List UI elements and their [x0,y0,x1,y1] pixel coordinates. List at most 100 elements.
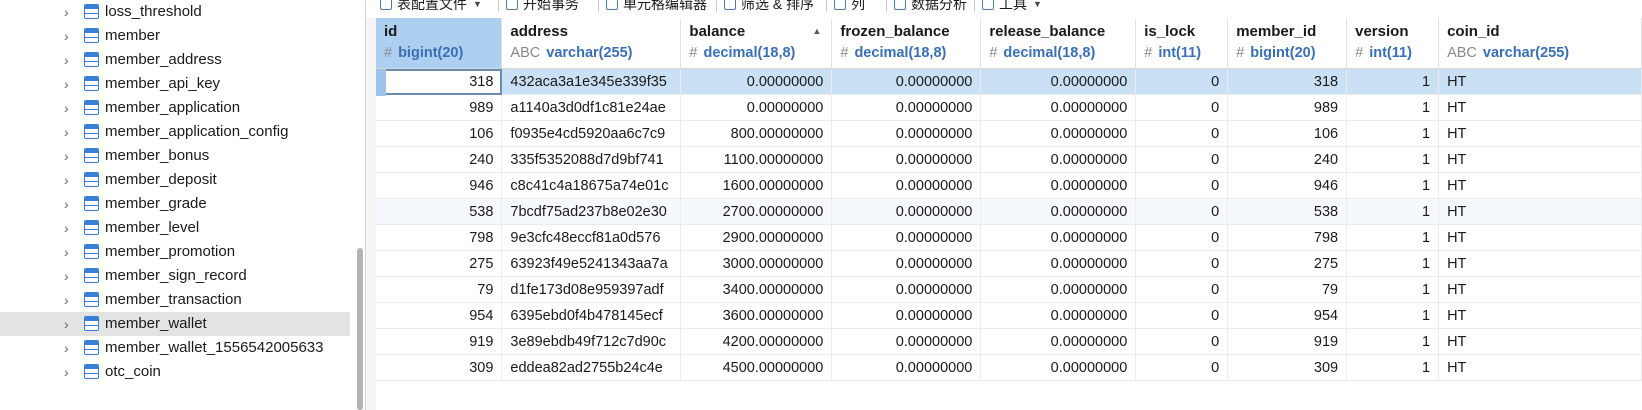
toolbar-button-tools[interactable]: 工具 ▼ [982,0,1042,14]
toolbar-button-analysis[interactable]: 数据分析 [894,0,967,14]
cell-address[interactable]: a1140a3d0df1c81e24ae [501,94,682,121]
cell-balance[interactable]: 3000.00000000 [680,250,833,277]
table-row[interactable]: 106 f0935e4cd5920aa6c7c9 800.00000000 0.000… [376,120,1642,147]
cell-coin-id[interactable]: HT [1438,172,1642,199]
cell-address[interactable]: 3e89ebdb49f712c7d90c [501,328,682,355]
tree-item-table[interactable]: › member_wallet_1556542005633 [0,336,350,360]
cell-release-balance[interactable]: 0.00000000 [980,302,1137,329]
column-header-id[interactable]: id # bigint(20) [376,18,503,69]
cell-coin-id[interactable]: HT [1438,302,1642,329]
tree-item-table[interactable]: › member_address [0,48,350,72]
cell-release-balance[interactable]: 0.00000000 [980,68,1137,95]
cell-member-id[interactable]: 798 [1227,224,1348,251]
cell-release-balance[interactable]: 0.00000000 [980,224,1137,251]
column-header-release-balance[interactable]: release_balance # decimal(18,8) [980,18,1137,69]
chevron-right-icon[interactable]: › [64,339,76,357]
cell-is-lock[interactable]: 0 [1135,302,1229,329]
cell-balance[interactable]: 4500.00000000 [680,354,833,381]
table-row[interactable]: 538 7bcdf75ad237b8e02e30 2700.00000000 0.00… [376,198,1642,225]
cell-is-lock[interactable]: 0 [1135,354,1229,381]
cell-address[interactable]: f0935e4cd5920aa6c7c9 [501,120,682,147]
cell-balance[interactable]: 2900.00000000 [680,224,833,251]
chevron-right-icon[interactable]: › [64,123,76,141]
tree-item-table[interactable]: › member_level [0,216,350,240]
cell-address[interactable]: 7bcdf75ad237b8e02e30 [501,198,682,225]
cell-release-balance[interactable]: 0.00000000 [980,146,1137,173]
cell-member-id[interactable]: 538 [1227,198,1348,225]
tree-item-table[interactable]: › member_transaction [0,288,350,312]
cell-balance[interactable]: 800.00000000 [680,120,833,147]
cell-is-lock[interactable]: 0 [1135,328,1229,355]
toolbar-button-config-file[interactable]: 表配置文件 ▼ [380,0,482,14]
tree-item-table[interactable]: › member [0,24,350,48]
cell-frozen-balance[interactable]: 0.00000000 [831,146,982,173]
column-header-version[interactable]: version # int(11) [1346,18,1440,69]
chevron-right-icon[interactable]: › [64,291,76,309]
cell-balance[interactable]: 0.00000000 [680,68,833,95]
cell-address[interactable]: 432aca3a1e345e339f35 [501,68,682,95]
cell-is-lock[interactable]: 0 [1135,250,1229,277]
cell-address[interactable]: c8c41c4a18675a74e01c [501,172,682,199]
chevron-right-icon[interactable]: › [64,75,76,93]
column-header-coin-id[interactable]: coin_id ABC varchar(255) [1438,18,1642,69]
cell-version[interactable]: 1 [1346,94,1440,121]
cell-address[interactable]: d1fe173d08e959397adf [501,276,682,303]
cell-is-lock[interactable]: 0 [1135,120,1229,147]
cell-release-balance[interactable]: 0.00000000 [980,94,1137,121]
cell-coin-id[interactable]: HT [1438,354,1642,381]
cell-release-balance[interactable]: 0.00000000 [980,328,1137,355]
cell-frozen-balance[interactable]: 0.00000000 [831,224,982,251]
cell-release-balance[interactable]: 0.00000000 [980,354,1137,381]
cell-coin-id[interactable]: HT [1438,276,1642,303]
table-row[interactable]: 919 3e89ebdb49f712c7d90c 4200.00000000 0.00… [376,328,1642,355]
cell-id[interactable]: 240 [376,146,503,173]
table-row[interactable]: 309 eddea82ad2755b24c4e 4500.00000000 0.000… [376,354,1642,381]
table-row[interactable]: 798 9e3cfc48eccf81a0d576 2900.00000000 0.00… [376,224,1642,251]
cell-member-id[interactable]: 240 [1227,146,1348,173]
cell-version[interactable]: 1 [1346,198,1440,225]
cell-member-id[interactable]: 106 [1227,120,1348,147]
cell-member-id[interactable]: 318 [1227,68,1348,95]
cell-release-balance[interactable]: 0.00000000 [980,198,1137,225]
chevron-right-icon[interactable]: › [64,243,76,261]
tree-item-table[interactable]: › member_api_key [0,72,350,96]
cell-balance[interactable]: 3400.00000000 [680,276,833,303]
cell-id[interactable]: 954 [376,302,503,329]
cell-version[interactable]: 1 [1346,328,1440,355]
cell-address[interactable]: 9e3cfc48eccf81a0d576 [501,224,682,251]
tree-item-table[interactable]: › member_promotion [0,240,350,264]
toolbar-button-filter[interactable]: 筛选 & 排序 [724,0,814,14]
cell-version[interactable]: 1 [1346,120,1440,147]
chevron-right-icon[interactable]: › [64,363,76,381]
sort-ascending-icon[interactable]: ▲ [812,26,821,36]
tree-item-table[interactable]: › member_application_config [0,120,350,144]
toolbar-button-columns[interactable]: 列 [834,0,865,14]
cell-release-balance[interactable]: 0.00000000 [980,276,1137,303]
cell-is-lock[interactable]: 0 [1135,68,1229,95]
cell-frozen-balance[interactable]: 0.00000000 [831,302,982,329]
column-header-member-id[interactable]: member_id # bigint(20) [1227,18,1348,69]
table-row[interactable]: 240 335f5352088d7d9bf741 1100.00000000 0.00… [376,146,1642,173]
chevron-right-icon[interactable]: › [64,27,76,45]
chevron-right-icon[interactable]: › [64,99,76,117]
cell-balance[interactable]: 1100.00000000 [680,146,833,173]
cell-version[interactable]: 1 [1346,276,1440,303]
chevron-right-icon[interactable]: › [64,315,76,333]
cell-coin-id[interactable]: HT [1438,68,1642,95]
cell-address[interactable]: 6395ebd0f4b478145ecf [501,302,682,329]
cell-is-lock[interactable]: 0 [1135,146,1229,173]
table-row[interactable]: 79 d1fe173d08e959397adf 3400.00000000 0.000… [376,276,1642,303]
column-header-frozen-balance[interactable]: frozen_balance # decimal(18,8) [831,18,982,69]
chevron-right-icon[interactable]: › [64,3,76,21]
cell-address[interactable]: 63923f49e5241343aa7a [501,250,682,277]
table-row[interactable]: 954 6395ebd0f4b478145ecf 3600.00000000 0.00… [376,302,1642,329]
cell-address[interactable]: 335f5352088d7d9bf741 [501,146,682,173]
cell-id[interactable]: 798 [376,224,503,251]
chevron-right-icon[interactable]: › [64,171,76,189]
cell-frozen-balance[interactable]: 0.00000000 [831,120,982,147]
cell-release-balance[interactable]: 0.00000000 [980,120,1137,147]
table-row[interactable]: 318 432aca3a1e345e339f35 0.00000000 0.00000… [376,68,1642,95]
column-header-balance[interactable]: balance # decimal(18,8) ▲ [680,18,833,69]
chevron-right-icon[interactable]: › [64,219,76,237]
cell-id[interactable]: 79 [376,276,503,303]
